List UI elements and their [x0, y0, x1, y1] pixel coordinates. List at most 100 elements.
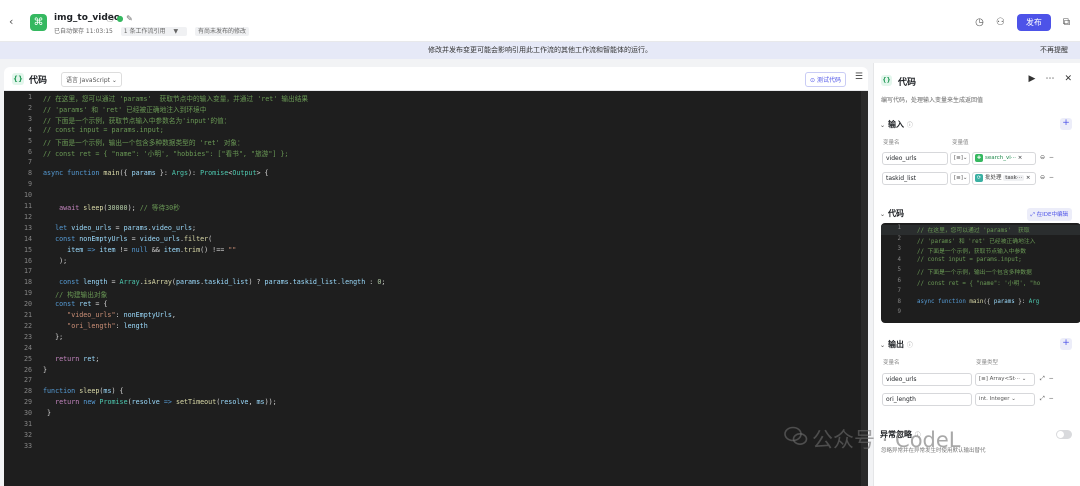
code-line: // 下面是一个示例，输出一个包含多种数据类型的 'ret' 对象：: [43, 138, 244, 147]
edit-icon[interactable]: ✎: [126, 14, 133, 23]
code-line: }: [43, 365, 48, 374]
output-type-label: Array<St···: [989, 376, 1020, 382]
line-number: 18: [23, 278, 32, 287]
code-line: // 'params' 和 'ret' 已经被正确地注入: [917, 238, 1036, 245]
remove-icon[interactable]: −: [1049, 395, 1054, 402]
code-line: function sleep(ms) {: [43, 387, 124, 396]
code-line: // const input = params.input;: [917, 256, 1022, 263]
panel-title: 代码: [898, 78, 917, 88]
code-line: await sleep(30000); // 等待30秒: [59, 204, 180, 212]
code-line: };: [43, 332, 64, 341]
expand-icon[interactable]: ⤢: [1040, 395, 1045, 402]
output-name-field[interactable]: video_urls: [882, 373, 972, 386]
input-ref-select[interactable]: ✚ search_vi··· ×: [972, 152, 1036, 165]
code-line: // 构建输出对象: [55, 291, 108, 300]
code-line: item => item != null && item.trim() !== …: [67, 245, 237, 254]
remove-icon[interactable]: −: [1049, 375, 1054, 382]
code-line: "video_urls": nonEmptyUrls,: [67, 311, 176, 319]
language-label: 语言 JavaScript: [66, 77, 110, 84]
line-number: 14: [23, 234, 32, 243]
line-number: 5: [27, 136, 32, 145]
chevron-left-icon[interactable]: ‹: [9, 15, 13, 28]
remove-icon[interactable]: −: [1049, 154, 1054, 161]
array-type-icon: [≡]: [954, 155, 963, 161]
line-number: 20: [23, 300, 32, 309]
code-line: async function main({ params }: Args): P…: [43, 169, 269, 178]
ide-button-label: 在IDE中编辑: [1036, 212, 1068, 218]
line-number: 24: [23, 343, 32, 352]
panel-toggle-icon[interactable]: ☰: [855, 72, 863, 82]
top-bar-actions: ◷ ⚇ 发布 ⧉: [975, 13, 1070, 31]
line-number: 32: [23, 430, 32, 439]
integer-type-icon: int.: [979, 396, 988, 402]
input-ref-select[interactable]: ⟳ 批处理 task··· ×: [972, 172, 1036, 185]
col-var-value: 变量值: [952, 140, 969, 146]
copy-icon[interactable]: ⧉: [1063, 17, 1070, 28]
line-number: 3: [27, 114, 32, 123]
code-line: // 下面是一个示例，输出一个包含多种数据: [917, 270, 1032, 276]
array-type-icon: [≡]: [979, 376, 988, 382]
line-number: 13: [23, 223, 32, 232]
input-section-header[interactable]: ⌄ 输入 ⓘ: [880, 119, 913, 130]
line-number: 27: [23, 376, 32, 385]
line-number: 5: [897, 267, 902, 273]
language-select[interactable]: 语言 JavaScript ⌄: [61, 72, 122, 87]
line-number: 7: [27, 158, 32, 167]
plugin-node-icon: ✚: [975, 153, 983, 162]
line-number: 15: [23, 245, 32, 254]
output-section-header[interactable]: ⌄ 输出 ⓘ: [880, 339, 913, 350]
check-circle-icon: ●: [116, 14, 124, 23]
test-code-label: 测试代码: [816, 77, 841, 84]
line-number: 10: [23, 191, 32, 200]
code-section-header[interactable]: ⌄ 代码: [880, 208, 904, 219]
row-actions: ⤢ −: [1040, 375, 1054, 383]
exception-toggle[interactable]: [1056, 430, 1072, 439]
panel-description: 编写代码，处理输入变量来生成返回值: [881, 97, 984, 104]
wechat-icon: [784, 426, 808, 445]
node-config-panel: {} 代码 ▶ ⋯ ✕ 编写代码，处理输入变量来生成返回值 ⌄ 输入 ⓘ + 变量…: [873, 63, 1080, 486]
input-name-field[interactable]: video_urls: [882, 152, 948, 165]
input-name-field[interactable]: taskid_list: [882, 172, 948, 185]
close-icon[interactable]: ✕: [1064, 74, 1072, 84]
input-type-select[interactable]: [≡]⌄: [950, 172, 970, 185]
code-line: // 下面是一个示例，获取节点输入中参数: [917, 249, 1027, 255]
remove-icon[interactable]: −: [1049, 174, 1054, 181]
test-code-button[interactable]: ⊙ 测试代码: [805, 72, 846, 87]
info-icon[interactable]: ⓘ: [106, 14, 114, 23]
panel-actions: ▶ ⋯ ✕: [1029, 74, 1072, 84]
settings-icon[interactable]: ⊖: [1040, 174, 1045, 181]
code-preview[interactable]: 1 2 3 4 5 6 7 8 9 // 在这里，您可以通过 'params' 获取 // 'p…: [881, 223, 1080, 323]
add-input-button[interactable]: +: [1060, 118, 1072, 130]
input-type-select[interactable]: [≡]⌄: [950, 152, 970, 165]
caret-down-icon: ▼: [173, 28, 179, 35]
collaborator-icon[interactable]: ⚇: [996, 17, 1005, 28]
line-number: 25: [23, 354, 32, 363]
code-editor[interactable]: 1 2 3 4 5 6 7 8 9 10 11 12 13 14 15 16 17 18 19 20 21 22 23 24 2…: [4, 91, 868, 486]
code-line: // const ret = { "name": '小明', "hobbies"…: [43, 149, 289, 158]
dismiss-notice-link[interactable]: 不再提醒: [1040, 42, 1068, 59]
expand-icon[interactable]: ⤢: [1040, 375, 1045, 382]
autosave-status: 已自动保存 11:03:15: [54, 28, 113, 35]
output-name-field[interactable]: ori_length: [882, 393, 972, 406]
edit-in-ide-button[interactable]: ⤢ 在IDE中编辑: [1026, 208, 1072, 221]
add-output-button[interactable]: +: [1060, 338, 1072, 350]
history-icon[interactable]: ◷: [975, 17, 984, 28]
code-line: async function main({ params }: Arg: [917, 298, 1040, 305]
code-line: const nonEmptyUrls = video_urls.filter(: [55, 234, 213, 243]
references-dropdown[interactable]: 1 条工作流引用 ▼: [120, 27, 188, 36]
publish-button[interactable]: 发布: [1016, 13, 1051, 31]
title-status-icons: ⓘ ● ✎: [106, 13, 133, 24]
editor-header: {} 代码 语言 JavaScript ⌄ ⊙ 测试代码 ☰: [4, 67, 868, 91]
output-type-select[interactable]: [≡] Array<St··· ⌄: [975, 373, 1035, 386]
run-icon[interactable]: ▶: [1029, 74, 1036, 84]
line-number: 2: [27, 103, 32, 112]
more-icon[interactable]: ⋯: [1045, 74, 1054, 84]
output-type-select[interactable]: int. Integer ⌄: [975, 393, 1035, 406]
info-icon: ⓘ: [906, 342, 913, 349]
settings-icon[interactable]: ⊖: [1040, 154, 1045, 161]
chevron-down-icon: ⌄: [111, 77, 117, 84]
col-out-name: 变量名: [883, 360, 900, 366]
line-number: 16: [23, 256, 32, 265]
row-actions: ⤢ −: [1040, 395, 1054, 403]
batch-node-icon: ⟳: [975, 173, 983, 182]
